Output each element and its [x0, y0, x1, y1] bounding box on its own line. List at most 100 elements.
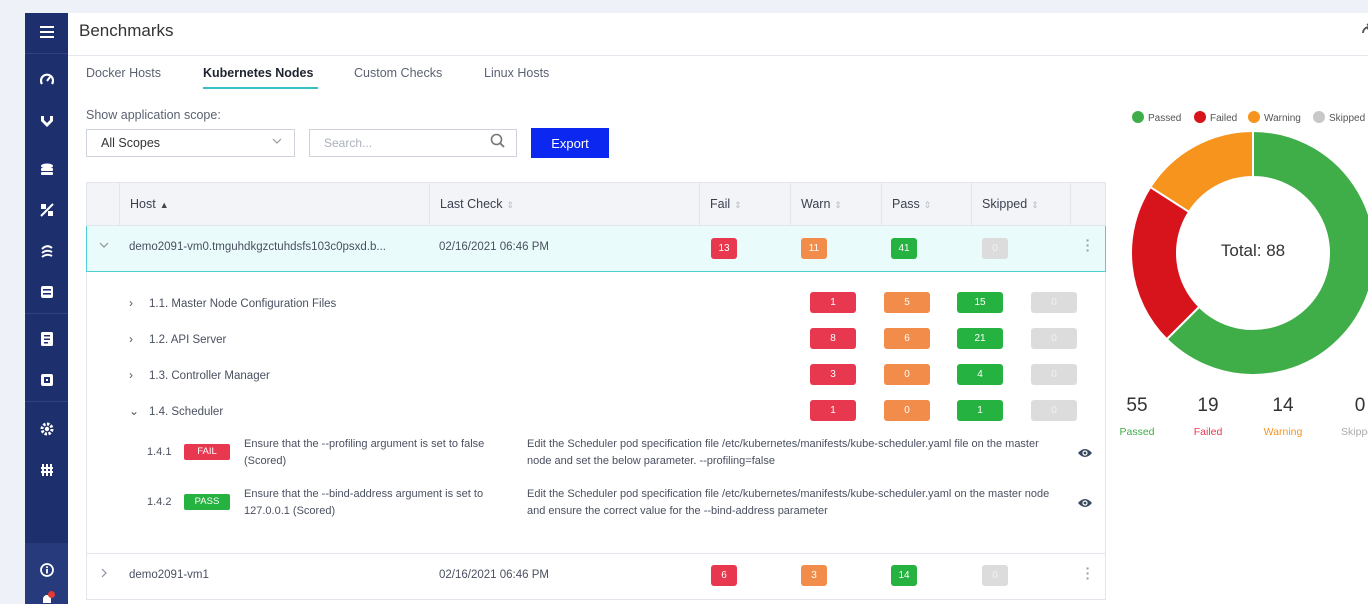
host-name[interactable]: demo2091-vm1	[129, 569, 209, 581]
page-header: Benchmarks	[68, 13, 1368, 56]
image-icon[interactable]	[25, 363, 68, 397]
section-1-3[interactable]: › 1.3. Controller Manager	[129, 368, 270, 382]
eye-icon[interactable]	[1077, 496, 1093, 508]
fail-count-badge: 3	[810, 364, 856, 385]
warn-count-badge: 6	[884, 328, 930, 349]
column-header-pass[interactable]: Pass ⇕	[881, 183, 971, 226]
last-check: 02/16/2021 06:46 PM	[439, 241, 549, 253]
shield-icon[interactable]	[25, 104, 68, 138]
warn-count-badge: 0	[884, 400, 930, 421]
column-header-label: Pass	[892, 197, 920, 211]
scope-select[interactable]: All Scopes	[86, 129, 295, 157]
pass-count-badge: 1	[957, 400, 1003, 421]
dashboard-icon[interactable]	[25, 63, 68, 97]
check-description: Ensure that the --bind-address argument …	[244, 488, 484, 517]
section-1-2[interactable]: › 1.2. API Server	[129, 332, 226, 346]
legend-dot	[1194, 111, 1206, 123]
column-header-fail[interactable]: Fail ⇕	[699, 183, 790, 226]
legend-label: Warning	[1264, 113, 1301, 124]
legend-failed[interactable]: Failed	[1194, 111, 1237, 124]
tab-docker-hosts[interactable]: Docker Hosts	[86, 66, 161, 80]
stat-warning-label: Warning	[1263, 426, 1303, 438]
warn-count-badge: 3	[801, 565, 827, 586]
legend-skipped[interactable]: Skipped	[1313, 111, 1365, 124]
active-tab-indicator	[203, 87, 318, 89]
table-header: Host ▲ Last Check ⇕ Fail ⇕ Warn ⇕ Pass ⇕ Skip…	[86, 182, 1106, 226]
stat-passed-value: 55	[1126, 395, 1148, 416]
stat-failed-value: 19	[1197, 395, 1219, 416]
column-header-label: Host	[130, 197, 156, 211]
column-header-label: Fail	[710, 197, 731, 211]
fail-count-badge: 1	[810, 400, 856, 421]
server-icon[interactable]	[25, 275, 68, 309]
column-header-last-check[interactable]: Last Check ⇕	[429, 183, 699, 226]
scope-select-value: All Scopes	[101, 136, 161, 150]
table-row[interactable]: demo2091-vm0.tmguhdkgzctuhdsfs103c0psxd.…	[86, 226, 1106, 272]
tab-linux-hosts[interactable]: Linux Hosts	[484, 66, 549, 80]
more-options-icon[interactable]: · · ·	[1085, 233, 1091, 257]
legend-warning[interactable]: Warning	[1248, 111, 1301, 124]
percent-icon[interactable]	[25, 193, 68, 227]
section-title: 1.3. Controller Manager	[149, 370, 270, 382]
tab-kubernetes-nodes[interactable]: Kubernetes Nodes	[203, 66, 313, 80]
host-name[interactable]: demo2091-vm0.tmguhdkgzctuhdsfs103c0psxd.…	[129, 241, 386, 253]
fail-count-badge: 6	[711, 565, 737, 586]
database-icon[interactable]	[25, 153, 68, 187]
column-header-warn[interactable]: Warn ⇕	[790, 183, 881, 226]
stat-failed-label: Failed	[1193, 426, 1223, 438]
benchmark-table: Host ▲ Last Check ⇕ Fail ⇕ Warn ⇕ Pass ⇕ Skip…	[86, 182, 1106, 602]
notification-dot	[48, 591, 55, 598]
skipped-count-badge: 0	[1031, 364, 1077, 385]
chevron-down-icon[interactable]	[99, 240, 109, 253]
column-header-host[interactable]: Host ▲	[119, 183, 429, 226]
integrations-icon[interactable]	[25, 453, 68, 487]
column-header-label: Last Check	[440, 197, 503, 211]
sort-icon: ⇕	[506, 200, 515, 210]
donut-total-label: Total: 88	[1221, 241, 1285, 260]
info-icon[interactable]	[25, 553, 68, 587]
sidebar-divider	[25, 401, 68, 402]
more-options-icon[interactable]: · · ·	[1085, 561, 1091, 585]
section-1-1[interactable]: › 1.1. Master Node Configuration Files	[129, 296, 336, 310]
warn-count-badge: 11	[801, 238, 827, 259]
status-badge: FAIL	[184, 444, 230, 460]
bell-icon[interactable]	[25, 583, 68, 604]
search-input[interactable]	[309, 129, 517, 157]
expanded-row-details: › 1.1. Master Node Configuration Files 1 …	[86, 272, 1106, 554]
report-icon[interactable]	[25, 322, 68, 356]
section-1-4[interactable]: ⌄ 1.4. Scheduler	[129, 404, 223, 418]
tab-custom-checks[interactable]: Custom Checks	[354, 66, 442, 80]
check-remediation: Edit the Scheduler pod specification fil…	[527, 438, 1039, 467]
table-row[interactable]: demo2091-vm1 02/16/2021 06:46 PM 6 3 14 …	[86, 554, 1106, 600]
fail-count-badge: 13	[711, 238, 737, 259]
stat-passed-label: Passed	[1119, 426, 1155, 438]
chevron-right-icon: ›	[129, 296, 133, 310]
search-icon[interactable]	[490, 133, 506, 149]
eye-icon[interactable]	[1077, 446, 1093, 458]
menu-icon[interactable]	[25, 15, 68, 49]
pass-count-badge: 41	[891, 238, 917, 259]
header-expand-col	[87, 183, 119, 226]
settings-icon[interactable]	[25, 412, 68, 446]
section-title: 1.2. API Server	[149, 334, 227, 346]
sidebar	[25, 13, 68, 604]
page-title: Benchmarks	[79, 21, 174, 40]
column-header-skipped[interactable]: Skipped ⇕	[971, 183, 1070, 226]
header-actions-col	[1070, 183, 1106, 226]
skipped-count-badge: 0	[982, 238, 1008, 259]
refresh-icon[interactable]	[1360, 23, 1368, 46]
skipped-count-badge: 0	[1031, 328, 1077, 349]
legend-passed[interactable]: Passed	[1132, 111, 1181, 124]
check-id: 1.4.1	[147, 446, 172, 458]
skipped-count-badge: 0	[1031, 400, 1077, 421]
chevron-right-icon[interactable]	[99, 568, 109, 581]
stat-warning-value: 14	[1272, 395, 1294, 416]
network-icon[interactable]	[25, 234, 68, 268]
legend-label: Skipped	[1329, 113, 1366, 124]
chevron-right-icon: ›	[129, 332, 133, 346]
export-button[interactable]: Export	[531, 128, 609, 158]
main-panel: Docker Hosts Kubernetes Nodes Custom Che…	[68, 56, 1368, 604]
scope-label: Show application scope:	[86, 108, 221, 122]
fail-count-badge: 8	[810, 328, 856, 349]
pass-count-badge: 15	[957, 292, 1003, 313]
